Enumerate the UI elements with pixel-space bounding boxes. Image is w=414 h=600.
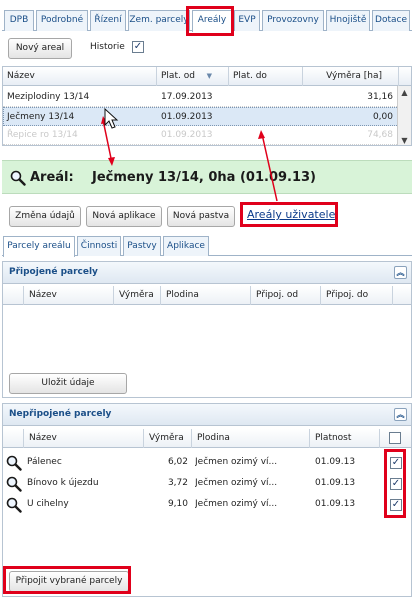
areal-subtab-bar: Parcely areálu Činnosti Pastvy Aplikace: [2, 235, 412, 257]
tab-hnojiste[interactable]: Hnojiště: [326, 10, 370, 31]
parcel-name: U cihelny: [27, 499, 69, 509]
history-checkbox[interactable]: ✓: [132, 41, 144, 53]
collapse-up-icon[interactable]: ︽: [394, 408, 407, 421]
areal-area: 31,16: [367, 92, 393, 102]
areal-row[interactable]: Řepice ro 13/14 01.09.2013 74,68: [3, 126, 399, 145]
areal-grid-header: Název Plat. od ▼ Plat. do Výměra [ha]: [3, 67, 411, 86]
change-data-button[interactable]: Změna údajů: [9, 206, 81, 227]
tab-zem-parcely[interactable]: Zem. parcely: [128, 10, 190, 31]
subtab-cinnosti[interactable]: Činnosti: [77, 236, 121, 256]
col-vymera[interactable]: Výměra: [114, 286, 161, 305]
col-select-all: [380, 429, 411, 448]
magnifier-icon[interactable]: [6, 497, 22, 513]
col-icon: [3, 286, 24, 305]
areal-row[interactable]: Meziplodiny 13/14 17.09.2013 31,16: [3, 88, 399, 107]
user-areals-link[interactable]: Areály uživatele: [247, 208, 335, 221]
history-label: Historie: [90, 42, 125, 52]
sort-desc-icon: ▼: [206, 72, 212, 80]
select-all-checkbox[interactable]: [389, 432, 401, 444]
scroll-up-icon[interactable]: ▲: [400, 88, 409, 97]
parcel-select-checkbox[interactable]: ✓: [390, 499, 402, 511]
parcel-name: Bínovo k újezdu: [27, 478, 99, 488]
areal-row-selected[interactable]: Ječmeny 13/14 01.09.2013 0,00: [3, 107, 399, 126]
areal-from: 01.09.2013: [161, 112, 213, 122]
parcel-area: 6,02: [167, 457, 188, 467]
parcel-select-checkbox[interactable]: ✓: [390, 478, 402, 490]
parcel-area: 3,72: [167, 478, 188, 488]
areal-name: Meziplodiny 13/14: [7, 92, 90, 102]
col-pripoj-do[interactable]: Připoj. do: [321, 286, 393, 305]
tab-arealy[interactable]: Areály: [192, 10, 232, 32]
new-areal-button[interactable]: Nový areal: [8, 38, 72, 59]
main-tab-bar: DPB Podrobné Řízení Zem. parcely Areály …: [2, 9, 412, 32]
col-plat-do[interactable]: Plat. do: [229, 67, 303, 86]
new-pasture-button[interactable]: Nová pastva: [167, 206, 235, 227]
save-data-button[interactable]: Uložit údaje: [9, 373, 127, 394]
tab-dpb[interactable]: DPB: [4, 10, 34, 31]
col-plat-od[interactable]: Plat. od ▼: [157, 67, 229, 86]
areal-value: Ječmeny 13/14, 0ha (01.09.13): [92, 170, 317, 185]
tab-evp[interactable]: EVP: [234, 10, 260, 31]
parcel-name: Pálenec: [27, 457, 62, 467]
areal-area: 0,00: [372, 112, 393, 122]
new-application-button[interactable]: Nová aplikace: [86, 206, 162, 227]
subtab-parcely-arealu[interactable]: Parcely areálu: [3, 236, 75, 257]
areal-label: Areál:: [30, 170, 74, 185]
detached-panel-title: Nepřipojené parcely ︽: [3, 404, 411, 426]
collapse-up-icon[interactable]: ︽: [394, 266, 407, 279]
detached-parcels-panel: Nepřipojené parcely ︽ Název Výměra Plodi…: [2, 403, 412, 597]
col-icon: [3, 429, 24, 448]
tab-rizeni[interactable]: Řízení: [90, 10, 126, 31]
detached-table-header: Název Výměra Plodina Platnost: [3, 429, 411, 448]
parcel-area: 9,10: [167, 499, 188, 509]
areal-from: 01.09.2013: [161, 130, 213, 140]
detached-panel-title-text: Nepřipojené parcely: [9, 409, 112, 419]
parcel-select-checkbox[interactable]: ✓: [390, 457, 402, 469]
col-nazev[interactable]: Název: [3, 67, 157, 86]
col-nazev[interactable]: Název: [24, 429, 144, 448]
parcel-row[interactable]: Pálenec 6,02 Ječmen ozimý ví... 01.09.13…: [3, 452, 411, 473]
attached-table-header: Název Výměra Plodina Připoj. od Připoj. …: [3, 286, 411, 305]
parcel-crop: Ječmen ozimý ví...: [195, 478, 278, 488]
attached-panel-title: Připojené parcely ︽: [3, 262, 411, 284]
magnifier-icon[interactable]: [6, 455, 22, 471]
areal-grid-scrollbar[interactable]: ▲ ▼: [397, 86, 411, 145]
attached-parcels-panel: Připojené parcely ︽ Název Výměra Plodina…: [2, 261, 412, 398]
parcel-crop: Ječmen ozimý ví...: [195, 499, 278, 509]
col-plat-od-label: Plat. od: [161, 71, 195, 81]
attached-panel-title-text: Připojené parcely: [9, 267, 98, 277]
col-plodina[interactable]: Plodina: [192, 429, 310, 448]
parcel-row[interactable]: Bínovo k újezdu 3,72 Ječmen ozimý ví... …: [3, 473, 411, 494]
areal-from: 17.09.2013: [161, 92, 213, 102]
tab-podrobne[interactable]: Podrobné: [36, 10, 88, 31]
col-vymera[interactable]: Výměra [ha]: [303, 67, 399, 86]
parcel-crop: Ječmen ozimý ví...: [195, 457, 278, 467]
areal-toolbar: Nový areal Historie ✓: [2, 33, 412, 63]
parcel-validity: 01.09.13: [315, 457, 356, 467]
magnifier-icon: [10, 170, 26, 186]
subtab-aplikace[interactable]: Aplikace: [163, 236, 209, 256]
parcel-validity: 01.09.13: [315, 478, 356, 488]
subtab-pastvy[interactable]: Pastvy: [123, 236, 161, 256]
areal-area: 74,68: [367, 130, 393, 140]
areal-name: Ječmeny 13/14: [7, 112, 75, 122]
attach-selected-button[interactable]: Připojit vybrané parcely: [9, 571, 129, 592]
parcel-validity: 01.09.13: [315, 499, 356, 509]
magnifier-icon[interactable]: [6, 476, 22, 492]
scroll-down-icon[interactable]: ▼: [400, 136, 409, 145]
tab-dotace[interactable]: Dotace: [372, 10, 410, 31]
selected-areal-bar: Areál: Ječmeny 13/14, 0ha (01.09.13): [2, 160, 412, 194]
parcel-row[interactable]: U cihelny 9,10 Ječmen ozimý ví... 01.09.…: [3, 494, 411, 515]
areal-grid: Název Plat. od ▼ Plat. do Výměra [ha] Me…: [2, 66, 412, 146]
col-pripoj-od[interactable]: Připoj. od: [251, 286, 321, 305]
col-vymera[interactable]: Výměra: [144, 429, 192, 448]
areal-name: Řepice ro 13/14: [7, 130, 78, 140]
col-plodina[interactable]: Plodina: [161, 286, 251, 305]
col-nazev[interactable]: Název: [24, 286, 114, 305]
col-platnost[interactable]: Platnost: [310, 429, 380, 448]
tab-provozovny[interactable]: Provozovny: [262, 10, 324, 31]
